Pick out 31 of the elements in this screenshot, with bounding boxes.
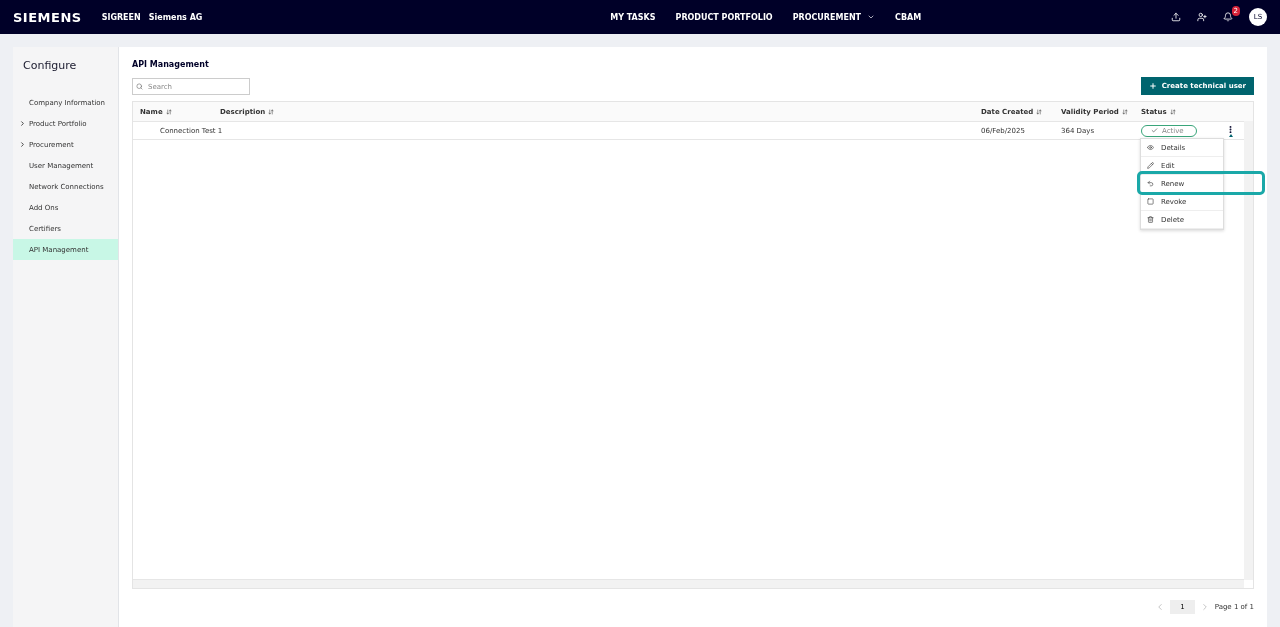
pencil-icon (1147, 162, 1154, 169)
more-vertical-icon (1226, 124, 1235, 134)
page-title: API Management (132, 60, 210, 69)
organization-name: Siemens AG (148, 12, 203, 22)
more-options-button[interactable] (1226, 124, 1235, 137)
vertical-scrollbar[interactable] (1244, 121, 1253, 580)
eye-icon (1147, 144, 1154, 151)
bell-icon[interactable] (1223, 12, 1233, 22)
undo-icon (1147, 180, 1154, 187)
sort-icon[interactable] (268, 108, 275, 115)
upload-icon[interactable] (1171, 12, 1181, 22)
trash-icon (1147, 216, 1154, 223)
plus-icon (1148, 82, 1157, 90)
check-icon (1151, 127, 1158, 134)
brand-logo: SIEMENS (13, 9, 82, 25)
sort-icon[interactable] (1169, 108, 1176, 115)
nav-link[interactable]: CBAM (895, 12, 922, 22)
sort-icon[interactable] (1036, 108, 1043, 115)
chevron-down-icon (867, 13, 876, 21)
sort-icon[interactable] (1121, 108, 1128, 115)
chevron-right-icon (19, 141, 26, 148)
sort-icon[interactable] (165, 108, 172, 115)
app-name: SIGREEN (101, 12, 141, 22)
nav-link[interactable]: PRODUCT PORTFOLIO (675, 12, 773, 22)
horizontal-scrollbar[interactable] (133, 579, 1244, 588)
nav-link[interactable]: PROCUREMENT (792, 12, 876, 22)
sidebar-title: Configure (22, 58, 78, 74)
add-user-icon[interactable] (1197, 12, 1207, 22)
nav-link[interactable]: MY TASKS (610, 12, 656, 22)
chevron-right-icon (19, 120, 26, 127)
search-icon (136, 83, 143, 90)
